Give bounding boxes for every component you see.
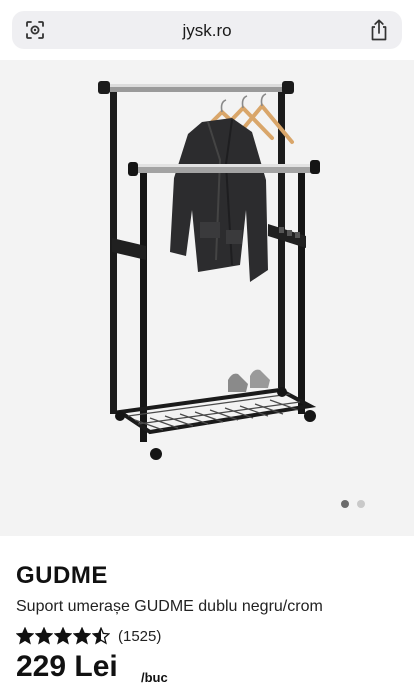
product-price: 229 Lei: [16, 650, 118, 683]
product-rating[interactable]: (1525): [16, 626, 161, 646]
star-half-icon: [92, 627, 110, 645]
browser-toolbar: jysk.ro: [0, 0, 414, 60]
gallery-dot-active[interactable]: [341, 500, 349, 508]
product-image[interactable]: [0, 60, 414, 536]
share-icon[interactable]: [368, 18, 390, 42]
gallery-pagination: [341, 500, 365, 508]
star-full-icon: [73, 627, 91, 645]
price-unit: /buc: [141, 670, 168, 685]
address-bar[interactable]: jysk.ro: [12, 11, 402, 49]
product-name: Suport umerașe GUDME dublu negru/crom: [16, 598, 323, 615]
rating-count[interactable]: (1525): [118, 628, 161, 645]
star-full-icon: [54, 627, 72, 645]
rating-stars: [16, 627, 110, 645]
star-full-icon: [35, 627, 53, 645]
url-text[interactable]: jysk.ro: [12, 21, 402, 41]
product-brand: GUDME: [16, 562, 108, 589]
star-full-icon: [16, 627, 34, 645]
gallery-dot[interactable]: [357, 500, 365, 508]
product-gallery[interactable]: [0, 60, 414, 536]
